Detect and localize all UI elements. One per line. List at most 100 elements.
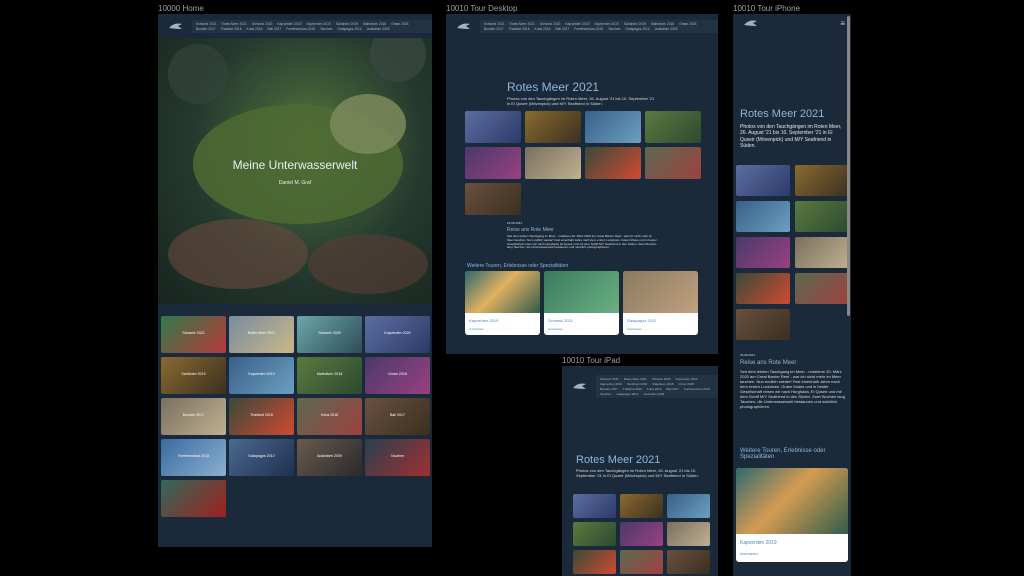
tour-card[interactable]: Galapagos 2012 Anschauen [623,271,698,335]
nav-link[interactable]: Bali 2017 [555,27,569,31]
home-tile[interactable]: Thailand 2016 [229,398,294,435]
nav-link[interactable]: Kuba 2016 [247,27,263,31]
nav-link[interactable]: Australien 2009 [643,392,664,396]
nav-link[interactable]: Fuerteventura 2015 [684,387,710,391]
nav-link[interactable]: Tauchen [600,392,611,396]
gallery-photo[interactable] [736,273,790,304]
nav-link[interactable]: Thailand 2016 [509,27,530,31]
nav-link[interactable]: Bali 2017 [666,387,679,391]
gallery-photo[interactable] [525,111,581,143]
gallery-photo[interactable] [667,522,710,546]
nav-link[interactable]: Sardinien 2019 [627,382,647,386]
gallery-photo[interactable] [795,273,849,304]
gallery-photo[interactable] [667,550,710,574]
home-tile[interactable]: Galapagos 2012 [229,439,294,476]
shark-logo-icon[interactable] [168,19,186,33]
nav-link[interactable]: Galapagos 2012 [337,27,361,31]
home-tile[interactable]: Australien 2009 [297,439,362,476]
home-tile[interactable]: Sardinien 2019 [161,357,226,394]
home-tile[interactable]: Bonaire 2017 [161,398,226,435]
gallery-photo[interactable] [525,147,581,179]
nav-link[interactable]: Malediven 2018 [652,382,673,386]
nav-link[interactable]: Thailand 2016 [221,27,242,31]
home-tile[interactable]: Oman 2018 [365,357,430,394]
card-link[interactable]: Anschauen [740,552,758,556]
nav-link[interactable]: Schweiz 2020 [652,377,671,381]
home-tile[interactable]: Schweiz 2020 [297,316,362,353]
home-tile[interactable]: Kapverden 2020 [365,316,430,353]
nav-link[interactable]: Schweiz 2021 [600,377,619,381]
nav-link[interactable]: Fuerteventura 2015 [286,27,315,31]
home-tile[interactable]: Fuerteventura 2015 [161,439,226,476]
nav-link[interactable]: Sardinien 2019 [336,22,358,26]
nav-link[interactable]: Kapverden 2020 [277,22,301,26]
gallery-photo[interactable] [645,147,701,179]
nav-link[interactable]: Galapagos 2012 [616,392,638,396]
hamburger-menu-icon[interactable]: ≡ [840,19,845,28]
gallery-photo[interactable] [465,147,521,179]
nav-link[interactable]: Kapverden 2019 [595,22,619,26]
nav-link[interactable]: Oman 2018 [678,382,694,386]
nav-link[interactable]: Kapverden 2020 [565,22,589,26]
nav-link[interactable]: Bali 2017 [267,27,281,31]
home-tile[interactable]: Kuba 2016 [297,398,362,435]
nav-link[interactable]: Rotes Meer 2021 [510,22,535,26]
home-tile[interactable]: Tauchen [365,439,430,476]
tour-card[interactable]: Schweiz 2021 Anschauen [544,271,619,335]
nav-link[interactable]: Galapagos 2012 [625,27,649,31]
gallery-photo[interactable] [795,201,849,232]
nav-link[interactable]: Australien 2009 [367,27,390,31]
home-tile[interactable]: Schweiz 2021 [161,316,226,353]
home-tile[interactable]: Rotes Meer 2021 [229,316,294,353]
nav-link[interactable]: Tauchen [320,27,332,31]
gallery-photo[interactable] [620,522,663,546]
card-link[interactable]: Anschauen [627,327,642,331]
nav-link[interactable]: Kapverden 2020 [675,377,697,381]
gallery-photo[interactable] [573,522,616,546]
iphone-scrollbar[interactable] [847,16,850,316]
card-link[interactable]: Anschauen [469,327,484,331]
iphone-card[interactable]: Kapverden 2019 Anschauen [736,468,848,562]
gallery-photo[interactable] [465,183,521,215]
nav-link[interactable]: Schweiz 2021 [484,22,505,26]
nav-link[interactable]: Thailand 2016 [623,387,642,391]
nav-link[interactable]: Schweiz 2021 [196,22,217,26]
nav-link[interactable]: Bonaire 2017 [600,387,618,391]
gallery-photo[interactable] [620,494,663,518]
shark-logo-icon[interactable] [572,379,590,393]
nav-link[interactable]: Kuba 2016 [647,387,662,391]
gallery-photo[interactable] [573,550,616,574]
nav-link[interactable]: Schweiz 2020 [540,22,561,26]
gallery-photo[interactable] [795,165,849,196]
nav-link[interactable]: Malediven 2018 [363,22,386,26]
gallery-photo[interactable] [736,309,790,340]
gallery-photo[interactable] [795,237,849,268]
nav-link[interactable]: Rotes Meer 2021 [222,22,247,26]
nav-link[interactable]: Kapverden 2019 [600,382,622,386]
tour-card[interactable]: Kapverden 2019 Anschauen [465,271,540,335]
nav-link[interactable]: Kuba 2016 [535,27,551,31]
gallery-photo[interactable] [573,494,616,518]
home-tile[interactable]: Bali 2017 [365,398,430,435]
gallery-photo[interactable] [667,494,710,518]
home-tile[interactable] [161,480,226,517]
gallery-photo[interactable] [585,111,641,143]
nav-link[interactable]: Sardinien 2019 [624,22,646,26]
nav-link[interactable]: Oman 2018 [679,22,696,26]
gallery-photo[interactable] [645,111,701,143]
nav-link[interactable]: Bonaire 2017 [484,27,504,31]
nav-link[interactable]: Australien 2009 [655,27,678,31]
home-tile[interactable]: Kapverden 2019 [229,357,294,394]
nav-link[interactable]: Tauchen [608,27,620,31]
nav-link[interactable]: Rotes Meer 2021 [624,377,647,381]
nav-link[interactable]: Bonaire 2017 [196,27,216,31]
gallery-photo[interactable] [736,201,790,232]
gallery-photo[interactable] [465,111,521,143]
gallery-photo[interactable] [620,550,663,574]
shark-logo-icon[interactable] [743,16,761,30]
nav-link[interactable]: Malediven 2018 [651,22,674,26]
nav-link[interactable]: Schweiz 2020 [252,22,273,26]
nav-link[interactable]: Oman 2018 [391,22,408,26]
gallery-photo[interactable] [736,237,790,268]
gallery-photo[interactable] [585,147,641,179]
